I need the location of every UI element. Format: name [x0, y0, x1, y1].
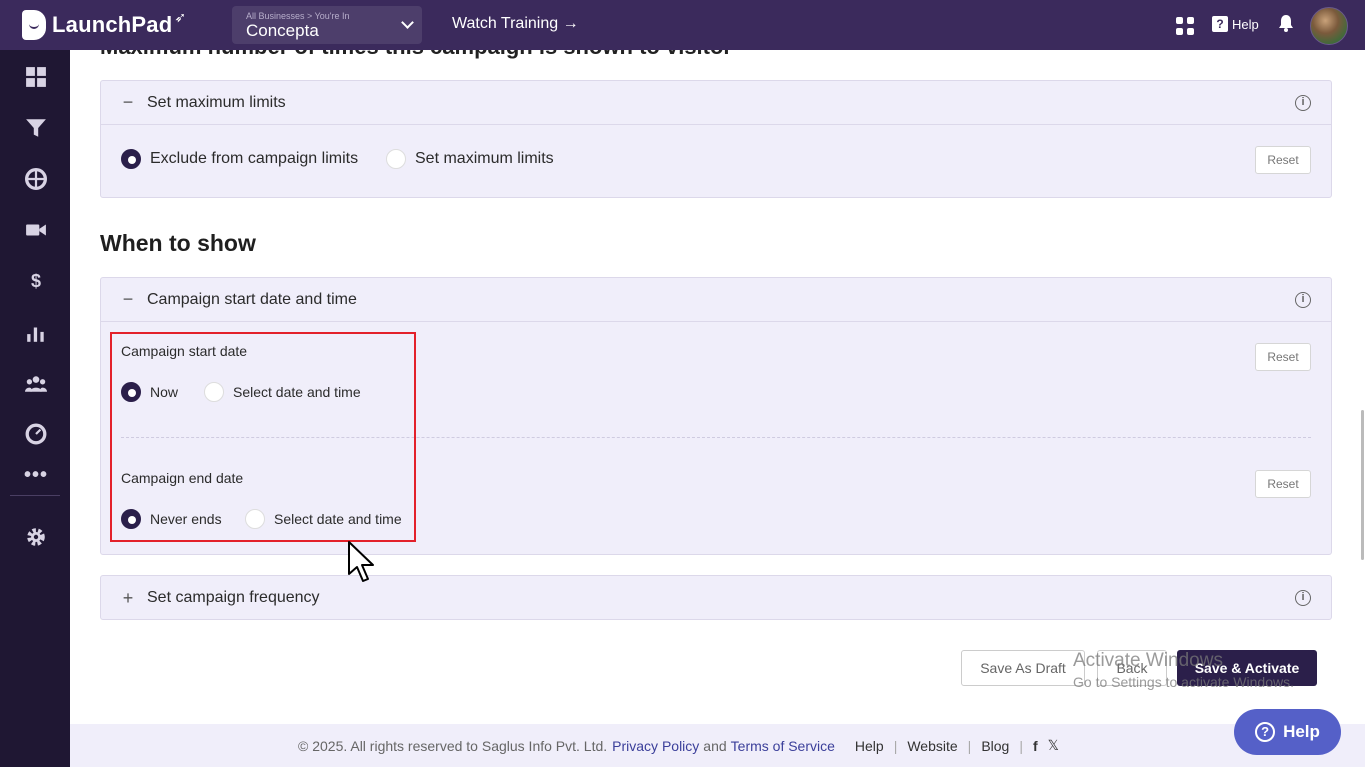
radio-set-limits[interactable] — [386, 149, 406, 169]
rocket-icon: ➶ — [174, 8, 187, 25]
end-reset-button[interactable]: Reset — [1255, 470, 1311, 498]
floating-help-label: Help — [1283, 722, 1320, 741]
red-highlight-box — [110, 332, 416, 542]
option-set-limits[interactable]: Set maximum limits — [386, 149, 554, 169]
main-content: Maximum number of times this campaign is… — [70, 50, 1365, 767]
footer-help-link[interactable]: Help — [855, 738, 884, 754]
option-exclude-limits[interactable]: Exclude from campaign limits — [121, 149, 358, 169]
logo-mark-icon — [22, 10, 46, 40]
scrollbar[interactable] — [1361, 410, 1364, 560]
start-date-panel-header[interactable]: − Campaign start date and time i — [101, 278, 1331, 322]
limits-panel-title: Set maximum limits — [147, 93, 286, 111]
floating-help-button[interactable]: ? Help — [1234, 709, 1341, 755]
frequency-panel-header[interactable]: + Set campaign frequency i — [101, 576, 1331, 620]
limits-reset-button[interactable]: Reset — [1255, 146, 1311, 174]
info-icon[interactable]: i — [1295, 292, 1311, 308]
option-set-label: Set maximum limits — [415, 150, 554, 167]
footer-website-link[interactable]: Website — [907, 738, 957, 754]
help-link[interactable]: ? Help — [1212, 16, 1259, 32]
start-date-panel-title: Campaign start date and time — [147, 290, 357, 308]
watch-training-link[interactable]: Watch Training → — [452, 15, 579, 33]
business-name: Concepta — [246, 21, 319, 40]
launchpad-logo[interactable]: LaunchPad ➶ — [22, 8, 187, 40]
info-icon[interactable]: i — [1295, 95, 1311, 111]
settings-icon[interactable] — [25, 526, 47, 548]
sidebar: $ ••• — [0, 50, 70, 767]
top-bar: LaunchPad ➶ All Businesses > You're In C… — [0, 0, 1365, 50]
and-text: and — [703, 737, 727, 754]
info-icon[interactable]: i — [1295, 590, 1311, 606]
globe-icon[interactable] — [25, 168, 47, 190]
bell-icon[interactable] — [1278, 14, 1294, 32]
limits-panel: − Set maximum limits i Exclude from camp… — [100, 80, 1332, 198]
radio-exclude-limits[interactable] — [121, 149, 141, 169]
dollar-icon[interactable]: $ — [25, 270, 47, 292]
business-selector[interactable]: All Businesses > You're In Concepta — [232, 6, 422, 44]
video-icon[interactable] — [25, 219, 47, 241]
more-icon[interactable]: ••• — [24, 464, 47, 486]
frequency-panel: + Set campaign frequency i — [100, 575, 1332, 620]
back-button[interactable]: Back — [1097, 650, 1167, 686]
privacy-link[interactable]: Privacy Policy — [612, 738, 699, 754]
limits-panel-header[interactable]: − Set maximum limits i — [101, 81, 1331, 125]
mouse-cursor-icon — [348, 541, 374, 582]
start-reset-button[interactable]: Reset — [1255, 343, 1311, 371]
user-avatar[interactable] — [1310, 7, 1348, 45]
terms-link[interactable]: Terms of Service — [731, 738, 835, 754]
footer: © 2025. All rights reserved to Saglus In… — [70, 724, 1365, 767]
dashboard-icon[interactable] — [25, 66, 47, 88]
help-question-icon: ? — [1255, 722, 1276, 742]
when-to-show-title: When to show — [100, 230, 256, 256]
chart-icon[interactable] — [25, 322, 47, 344]
frequency-panel-title: Set campaign frequency — [147, 589, 320, 606]
users-icon[interactable] — [25, 373, 47, 395]
funnel-icon[interactable] — [25, 117, 47, 139]
collapse-icon: − — [122, 92, 134, 112]
footer-blog-link[interactable]: Blog — [981, 738, 1009, 754]
gauge-icon[interactable] — [25, 423, 47, 445]
help-question-icon: ? — [1212, 16, 1228, 32]
app-name: LaunchPad — [52, 12, 173, 37]
collapse-icon: − — [122, 289, 134, 309]
expand-icon: + — [122, 587, 134, 608]
save-draft-button[interactable]: Save As Draft — [961, 650, 1085, 686]
option-exclude-label: Exclude from campaign limits — [150, 150, 359, 167]
help-label: Help — [1232, 16, 1259, 32]
sidebar-divider — [10, 495, 60, 496]
x-twitter-icon[interactable]: 𝕏 — [1048, 737, 1059, 754]
facebook-icon[interactable]: f — [1033, 738, 1038, 754]
apps-grid-icon[interactable] — [1176, 17, 1194, 35]
save-activate-button[interactable]: Save & Activate — [1177, 650, 1317, 686]
copyright-text: © 2025. All rights reserved to Saglus In… — [298, 737, 608, 754]
limits-heading: Maximum number of times this campaign is… — [100, 50, 732, 60]
business-hint: All Businesses > You're In — [246, 11, 350, 21]
